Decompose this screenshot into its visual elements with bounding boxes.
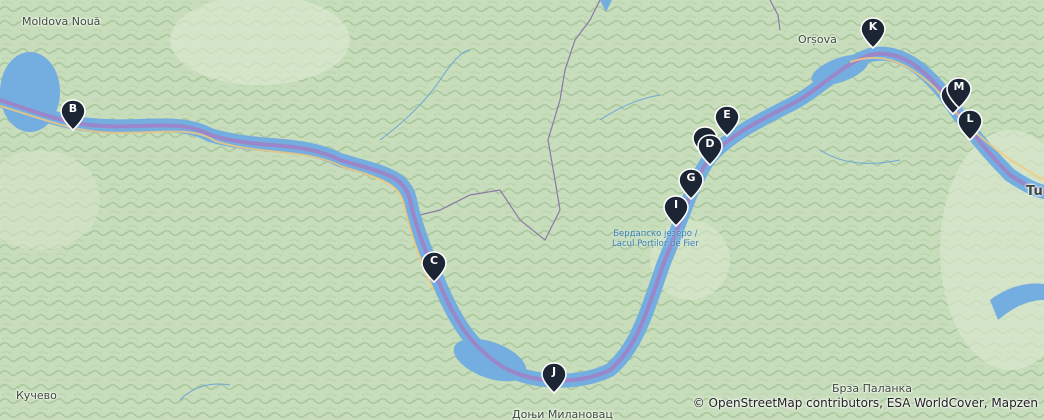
label-orsova: Orșova (798, 33, 837, 46)
marker-label: I (673, 198, 679, 211)
terrain-layer (0, 0, 1044, 420)
marker-label: M (953, 80, 965, 93)
label-moldova-noua: Moldova Nouă (22, 15, 101, 28)
marker-label: B (68, 102, 78, 115)
map-marker-e[interactable]: E (714, 105, 740, 137)
marker-label: D (705, 137, 715, 150)
label-reservoir-line1: Бердапско језеро / (613, 229, 698, 239)
map-marker-k[interactable]: K (860, 17, 886, 49)
label-brza-palanka: Брза Паланка (832, 382, 912, 395)
map-marker-m[interactable]: M (946, 77, 972, 109)
marker-label: E (723, 108, 731, 121)
marker-label: L (966, 112, 974, 125)
map-marker-c[interactable]: C (421, 251, 447, 283)
map-view[interactable]: Moldova Nouă Orșova Кучево Брза Паланка … (0, 0, 1044, 420)
label-tu: Tu (1026, 184, 1043, 199)
map-marker-i[interactable]: I (663, 195, 689, 227)
map-marker-b[interactable]: B (60, 99, 86, 131)
marker-label: K (868, 20, 878, 33)
marker-label: G (686, 171, 696, 184)
label-reservoir: Бердапско језеро / Lacul Porților de Fie… (612, 229, 699, 249)
map-marker-l[interactable]: L (957, 109, 983, 141)
marker-label: C (429, 254, 439, 267)
map-marker-j[interactable]: J (541, 362, 567, 394)
label-donji-milanovac: Доњи Милановац (512, 408, 613, 420)
marker-label: J (551, 365, 557, 378)
map-marker-d[interactable]: D (697, 134, 723, 166)
label-kucevo: Кучево (16, 389, 57, 402)
map-attribution[interactable]: © OpenStreetMap contributors, ESA WorldC… (693, 396, 1038, 410)
label-reservoir-line2: Lacul Porților de Fier (612, 239, 699, 249)
